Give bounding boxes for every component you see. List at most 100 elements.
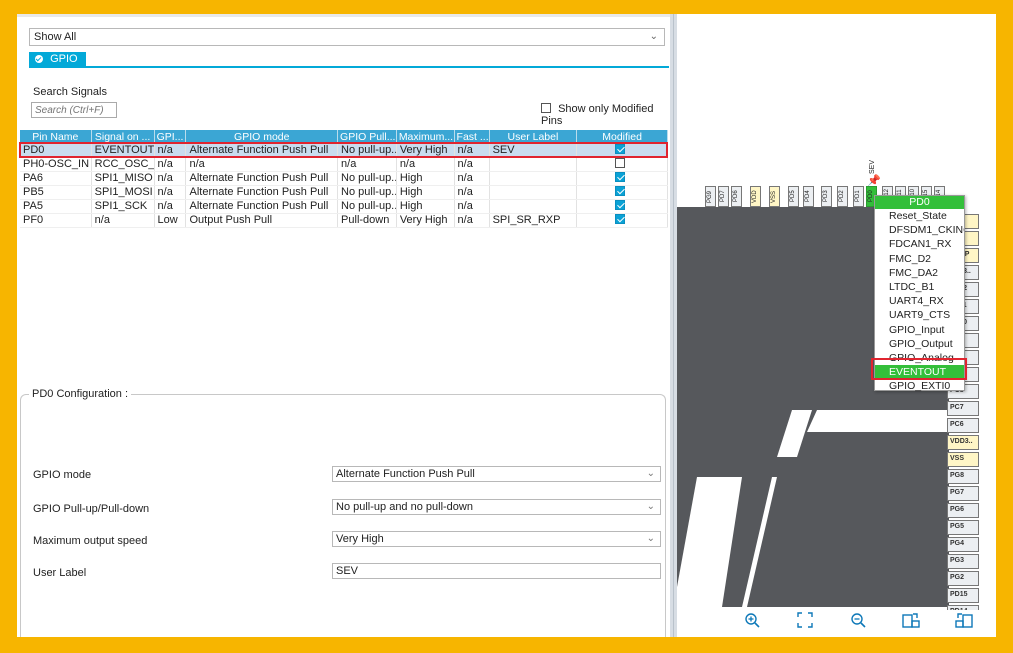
- cell-mode: Alternate Function Push Pull: [185, 199, 339, 214]
- pin[interactable]: PC6: [947, 418, 979, 433]
- cell-gpio: n/a: [154, 143, 187, 158]
- table-row[interactable]: PA6 SPI1_MISO n/a Alternate Function Pus…: [20, 171, 668, 186]
- cell-signal: SPI1_SCK: [91, 199, 155, 214]
- pin[interactable]: PD7: [718, 186, 729, 207]
- menu-item[interactable]: DFSDM1_CKIN6: [875, 223, 964, 237]
- user-label-value: SEV: [336, 565, 359, 577]
- pin[interactable]: PG5: [947, 520, 979, 535]
- cell-pull: Pull-down: [337, 213, 397, 228]
- cell-modified: [576, 171, 668, 186]
- cell-label: SEV: [489, 143, 578, 158]
- rotate-right-icon[interactable]: [900, 612, 922, 634]
- menu-item[interactable]: GPIO_EXTI0: [875, 379, 964, 393]
- cell-mode: Alternate Function Push Pull: [185, 143, 339, 158]
- cell-modified: [576, 143, 668, 158]
- panel-splitter[interactable]: [670, 14, 677, 637]
- gpio-pull-select[interactable]: No pull-up and no pull-down ⌄: [332, 499, 661, 515]
- gpio-mode-label: GPIO mode: [33, 469, 92, 481]
- menu-item[interactable]: GPIO_Input: [875, 323, 964, 337]
- filter-select-value: Show All: [34, 31, 77, 43]
- cell-pin: PA6: [20, 171, 92, 186]
- pin-config-title: PD0 Configuration :: [29, 388, 131, 400]
- gpio-mode-select[interactable]: Alternate Function Push Pull ⌄: [332, 466, 661, 482]
- pin[interactable]: PG2: [947, 571, 979, 586]
- cell-fast: n/a: [454, 213, 490, 228]
- pin[interactable]: PD5: [788, 186, 799, 207]
- cell-pull: No pull-up...: [337, 185, 397, 200]
- selected-menu-highlight: [871, 358, 967, 380]
- cell-speed: Very High: [396, 213, 455, 228]
- col-user-label[interactable]: User Label: [489, 130, 578, 143]
- table-row[interactable]: PH0-OSC_IN RCC_OSC_IN n/a n/a n/a n/a n/…: [20, 157, 668, 172]
- pin[interactable]: PD6: [731, 186, 742, 207]
- table-row[interactable]: PF0 n/a Low Output Push Pull Pull-down V…: [20, 213, 668, 228]
- col-fast-mode[interactable]: Fast ...: [454, 130, 490, 143]
- cell-signal: RCC_OSC_IN: [91, 157, 155, 172]
- cell-speed: High: [396, 185, 455, 200]
- pin[interactable]: PD4: [803, 186, 814, 207]
- search-input[interactable]: [31, 102, 117, 118]
- pin[interactable]: PG9: [705, 186, 716, 207]
- rotate-left-icon[interactable]: [953, 612, 975, 634]
- cell-gpio: n/a: [154, 185, 187, 200]
- modified-checkbox[interactable]: [615, 172, 626, 182]
- pin[interactable]: VDD3..: [947, 435, 979, 450]
- check-circle-icon: [35, 55, 43, 63]
- max-speed-value: Very High: [336, 533, 384, 545]
- col-max-speed[interactable]: Maximum...: [396, 130, 455, 143]
- fit-icon[interactable]: [794, 612, 816, 634]
- col-pin-name[interactable]: Pin Name: [20, 130, 92, 143]
- pin[interactable]: PG7: [947, 486, 979, 501]
- col-gpio-output-level[interactable]: GPI...: [154, 130, 187, 143]
- menu-item[interactable]: FMC_DA2: [875, 266, 964, 280]
- filter-select[interactable]: Show All ⌄: [29, 28, 665, 46]
- splitter-line: [673, 14, 674, 637]
- menu-item[interactable]: FDCAN1_RX: [875, 237, 964, 251]
- zoom-out-icon[interactable]: [847, 612, 869, 634]
- col-signal[interactable]: Signal on ...: [91, 130, 155, 143]
- cell-modified: [576, 199, 668, 214]
- menu-item[interactable]: Reset_State: [875, 209, 964, 223]
- col-modified[interactable]: Modified: [576, 130, 668, 143]
- cell-pin: PH0-OSC_IN: [20, 157, 92, 172]
- col-gpio-mode[interactable]: GPIO mode: [185, 130, 339, 143]
- pin[interactable]: PD1: [853, 186, 864, 207]
- cell-modified: [576, 213, 668, 228]
- pin[interactable]: PG4: [947, 537, 979, 552]
- tab-gpio[interactable]: GPIO: [29, 52, 86, 68]
- pin[interactable]: PG3: [947, 554, 979, 569]
- pin[interactable]: PD2: [837, 186, 848, 207]
- modified-checkbox[interactable]: [615, 158, 626, 168]
- cell-speed: Very High: [396, 143, 455, 158]
- zoom-in-icon[interactable]: [741, 612, 763, 634]
- pin[interactable]: VSS: [769, 186, 780, 207]
- view-toolbar: [677, 610, 996, 637]
- cell-gpio: Low: [154, 213, 187, 228]
- cell-pull: No pull-up...: [337, 171, 397, 186]
- pin[interactable]: PD3: [821, 186, 832, 207]
- menu-item[interactable]: UART4_RX: [875, 294, 964, 308]
- menu-item[interactable]: GPIO_Output: [875, 337, 964, 351]
- modified-checkbox[interactable]: [615, 186, 626, 196]
- table-row[interactable]: PD0 EVENTOUT n/a Alternate Function Push…: [20, 143, 668, 158]
- menu-item[interactable]: UART9_CTS: [875, 308, 964, 322]
- show-modified-checkbox[interactable]: [541, 103, 551, 113]
- pin[interactable]: PG8: [947, 469, 979, 484]
- pin[interactable]: VSS: [947, 452, 979, 467]
- modified-checkbox[interactable]: [615, 143, 626, 154]
- pin[interactable]: PC7: [947, 401, 979, 416]
- table-row[interactable]: PA5 SPI1_SCK n/a Alternate Function Push…: [20, 199, 668, 214]
- menu-item[interactable]: FMC_D2: [875, 252, 964, 266]
- pin[interactable]: PG6: [947, 503, 979, 518]
- pin[interactable]: VDD: [750, 186, 761, 207]
- modified-checkbox[interactable]: [615, 200, 626, 210]
- cell-label: [489, 157, 578, 172]
- menu-item[interactable]: LTDC_B1: [875, 280, 964, 294]
- user-label-input[interactable]: SEV: [332, 563, 661, 579]
- modified-checkbox[interactable]: [615, 214, 626, 224]
- pin[interactable]: PD15: [947, 588, 979, 603]
- show-modified-toggle[interactable]: Show only Modified Pins: [541, 103, 670, 127]
- table-row[interactable]: PB5 SPI1_MOSI n/a Alternate Function Pus…: [20, 185, 668, 200]
- max-speed-select[interactable]: Very High ⌄: [332, 531, 661, 547]
- col-gpio-pull[interactable]: GPIO Pull...: [337, 130, 397, 143]
